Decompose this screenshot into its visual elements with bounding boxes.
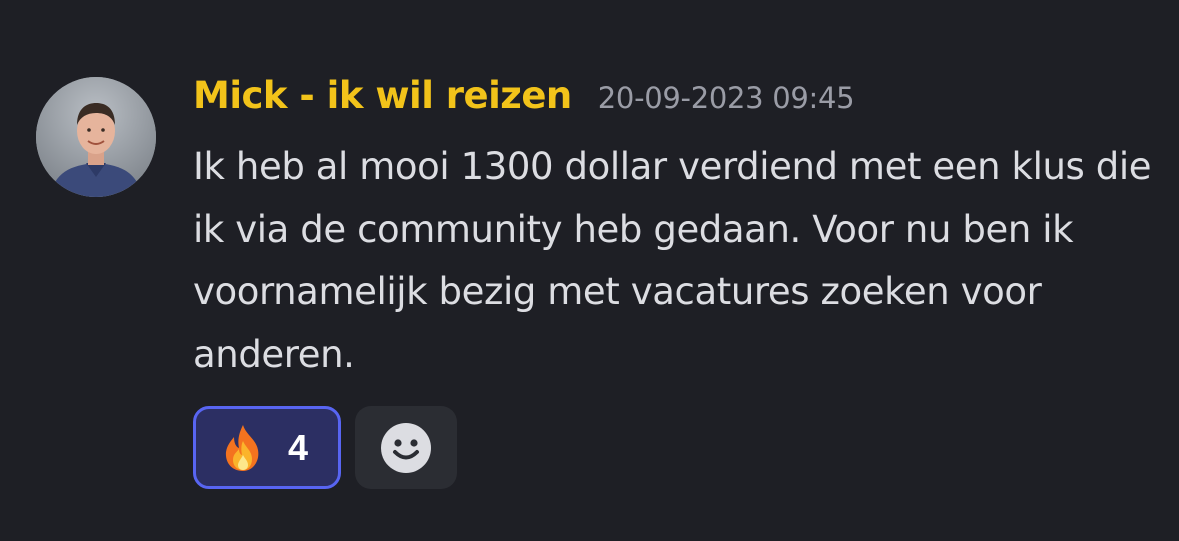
smiley-icon bbox=[381, 422, 431, 473]
avatar-image bbox=[36, 77, 156, 197]
message-timestamp: 20-09-2023 09:45 bbox=[597, 81, 855, 115]
avatar[interactable] bbox=[36, 77, 156, 197]
message-header: Mick - ik wil reizen 20-09-2023 09:45 bbox=[193, 74, 855, 126]
fire-icon bbox=[220, 423, 266, 473]
author-name[interactable]: Mick - ik wil reizen bbox=[193, 74, 572, 117]
chat-message: Mick - ik wil reizen 20-09-2023 09:45 Ik… bbox=[0, 0, 1179, 541]
add-reaction-button[interactable] bbox=[355, 406, 457, 489]
reaction-count: 4 bbox=[288, 426, 309, 468]
message-text: Ik heb al mooi 1300 dollar verdiend met … bbox=[193, 145, 1152, 376]
reaction-fire[interactable]: 4 bbox=[193, 406, 341, 489]
reaction-bar: 4 bbox=[193, 406, 457, 489]
